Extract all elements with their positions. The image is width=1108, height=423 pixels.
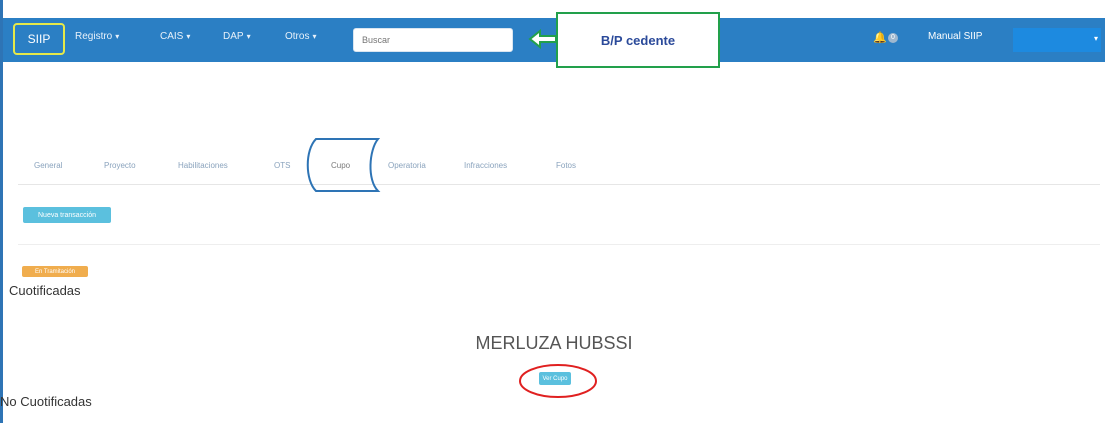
divider [18, 244, 1100, 245]
status-badge: En Tramitación [22, 266, 88, 277]
species-name: MERLUZA HUBSSI [475, 333, 633, 353]
tab-bar: General Proyecto Habilitaciones OTS Cupo… [18, 150, 1100, 185]
nav-menu-label: Otros [285, 31, 310, 42]
nav-menu-label: CAIS [160, 31, 184, 42]
left-border [0, 0, 3, 423]
tab-operatoria[interactable]: Operatoria [388, 161, 426, 170]
arrow-left-icon [528, 29, 557, 49]
bell-icon[interactable]: 🔔 [873, 31, 887, 44]
section-title-cuotificadas: Cuotificadas [9, 283, 81, 298]
nav-menu-label: DAP [223, 31, 244, 42]
brand-link[interactable]: SIIP [13, 23, 65, 55]
caret-down-icon: ▾ [186, 32, 191, 41]
nav-menu-label: Registro [75, 31, 113, 42]
nav-menu-cais[interactable]: CAIS ▾ [160, 31, 190, 42]
button-highlight-annotation [519, 364, 597, 398]
user-menu[interactable]: ▾ [1013, 28, 1101, 52]
nav-menu-dap[interactable]: DAP ▾ [223, 31, 251, 42]
tab-habilitaciones[interactable]: Habilitaciones [178, 161, 228, 170]
nav-menu-otros[interactable]: Otros ▾ [285, 31, 316, 42]
manual-link[interactable]: Manual SIIP [928, 31, 982, 42]
annotation-callout: B/P cedente [556, 12, 720, 68]
new-transaction-button[interactable]: Nueva transacción [23, 207, 111, 223]
tab-ots[interactable]: OTS [274, 161, 290, 170]
caret-down-icon: ▾ [1093, 34, 1098, 43]
notification-count-badge: 0 [888, 33, 898, 43]
section-title-no-cuotificadas: No Cuotificadas [0, 394, 92, 409]
tab-infracciones[interactable]: Infracciones [464, 161, 507, 170]
tab-general[interactable]: General [34, 161, 62, 170]
tab-proyecto[interactable]: Proyecto [104, 161, 136, 170]
tab-fotos[interactable]: Fotos [556, 161, 576, 170]
caret-down-icon: ▾ [115, 32, 120, 41]
search-input[interactable] [353, 28, 513, 52]
page: SIIP Registro▾ CAIS▾ DAP▾ Otros▾ 🔔 0 Man… [0, 0, 1108, 423]
nav-menu-registro[interactable]: Registro ▾ [75, 31, 119, 42]
tab-highlight-annotation [306, 138, 381, 192]
caret-down-icon: ▾ [312, 32, 317, 41]
caret-down-icon: ▾ [246, 32, 251, 41]
